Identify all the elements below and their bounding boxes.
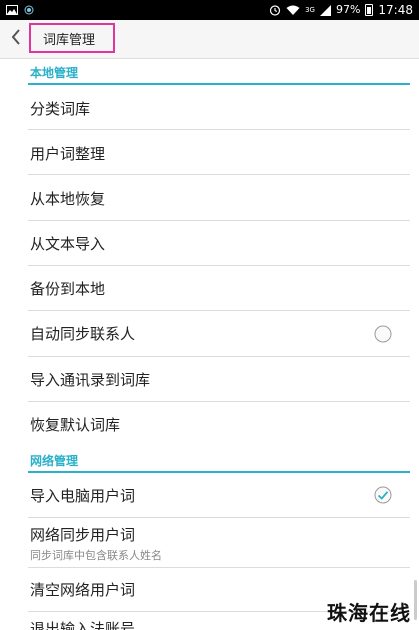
list-item-label: 恢复默认词库: [30, 416, 121, 434]
wifi-icon: [286, 5, 300, 16]
list-item-label: 退出输入法账号: [30, 620, 136, 630]
app-bar: 词库管理: [0, 20, 419, 59]
list-item[interactable]: 导入通讯录到词库: [28, 357, 410, 402]
list-item-sublabel: 同步词库中包含联系人姓名: [30, 549, 162, 562]
list-item-label: 用户词整理: [30, 145, 106, 163]
checkbox-unchecked-icon[interactable]: [374, 325, 392, 343]
list-item[interactable]: 备份到本地: [28, 266, 410, 311]
list-item-label: 网络同步用户词: [30, 526, 136, 544]
section-header-local: 本地管理: [28, 61, 410, 85]
notification-icon: [24, 5, 34, 15]
list-item[interactable]: 导入电脑用户词: [28, 473, 410, 518]
list-item[interactable]: 从文本导入: [28, 221, 410, 266]
list-item-label: 从本地恢复: [30, 190, 106, 208]
alarm-icon: [269, 4, 281, 16]
section-title: 网络管理: [30, 454, 79, 468]
page-title: 词库管理: [29, 23, 115, 53]
list-item[interactable]: 恢复默认词库: [28, 402, 410, 448]
back-button[interactable]: [4, 24, 28, 54]
section-title: 本地管理: [30, 66, 79, 80]
list-item[interactable]: 用户词整理: [28, 130, 410, 175]
scrollbar[interactable]: [414, 580, 417, 620]
chevron-left-icon: [10, 28, 22, 50]
list-item-label: 分类词库: [30, 100, 91, 118]
status-bar: 3G 97% 17:48: [0, 0, 419, 20]
list-item-label: 清空网络用户词: [30, 581, 136, 599]
section-header-network: 网络管理: [28, 449, 410, 473]
network-type-label: 3G: [305, 6, 315, 14]
list-item-label: 自动同步联系人: [30, 325, 136, 343]
list-item[interactable]: 从本地恢复: [28, 175, 410, 221]
list-item[interactable]: 自动同步联系人: [28, 311, 410, 357]
battery-percent: 97%: [335, 3, 361, 16]
gallery-icon: [6, 5, 18, 15]
list-item[interactable]: 分类词库: [28, 85, 410, 130]
signal-icon: [319, 4, 331, 16]
watermark: 珠海在线: [327, 601, 411, 625]
list-item-label: 从文本导入: [30, 235, 106, 253]
battery-icon: [365, 4, 374, 16]
checkbox-checked-icon[interactable]: [374, 486, 392, 504]
list-item-label: 导入通讯录到词库: [30, 371, 151, 389]
list-item-label: 备份到本地: [30, 280, 106, 298]
list-item-label: 导入电脑用户词: [30, 487, 136, 505]
list-item[interactable]: 网络同步用户词 同步词库中包含联系人姓名: [28, 518, 410, 568]
status-time: 17:48: [378, 3, 413, 17]
